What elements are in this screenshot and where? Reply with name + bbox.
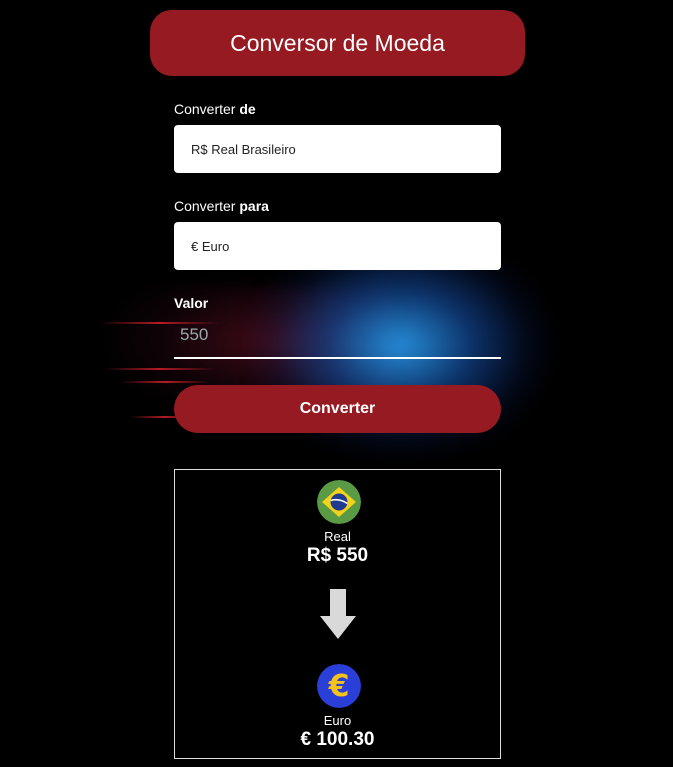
page-title: Conversor de Moeda [150, 10, 525, 76]
value-input[interactable] [174, 313, 501, 359]
arrow-down-icon [320, 589, 356, 639]
svg-text:€: € [328, 669, 350, 704]
from-currency-label: Converter de [174, 101, 256, 117]
brazil-flag-icon [317, 480, 361, 524]
conversion-result-panel: Real R$ 550 € Euro € 100.30 [174, 469, 501, 759]
background-streak [120, 381, 210, 383]
euro-icon: € [317, 664, 361, 708]
to-currency-name: Euro [323, 713, 352, 728]
from-currency-select[interactable]: R$ Real Brasileiro [174, 125, 501, 173]
from-label-bold: de [239, 101, 256, 117]
to-currency-label: Converter para [174, 198, 269, 214]
background-streak [105, 368, 215, 370]
to-currency-select[interactable]: € Euro [174, 222, 501, 270]
from-currency-selected: R$ Real Brasileiro [191, 141, 296, 157]
converter-page: Conversor de Moeda Converter de R$ Real … [0, 0, 673, 767]
to-currency-amount: € 100.30 [300, 729, 375, 750]
value-label: Valor [174, 295, 209, 311]
to-currency-selected: € Euro [191, 238, 230, 254]
from-label-prefix: Converter [174, 101, 240, 117]
to-label-bold: para [239, 198, 269, 214]
from-currency-name: Real [324, 529, 351, 544]
from-currency-amount: R$ 550 [306, 545, 369, 566]
to-label-prefix: Converter [174, 198, 240, 214]
convert-button[interactable]: Converter [174, 385, 501, 433]
